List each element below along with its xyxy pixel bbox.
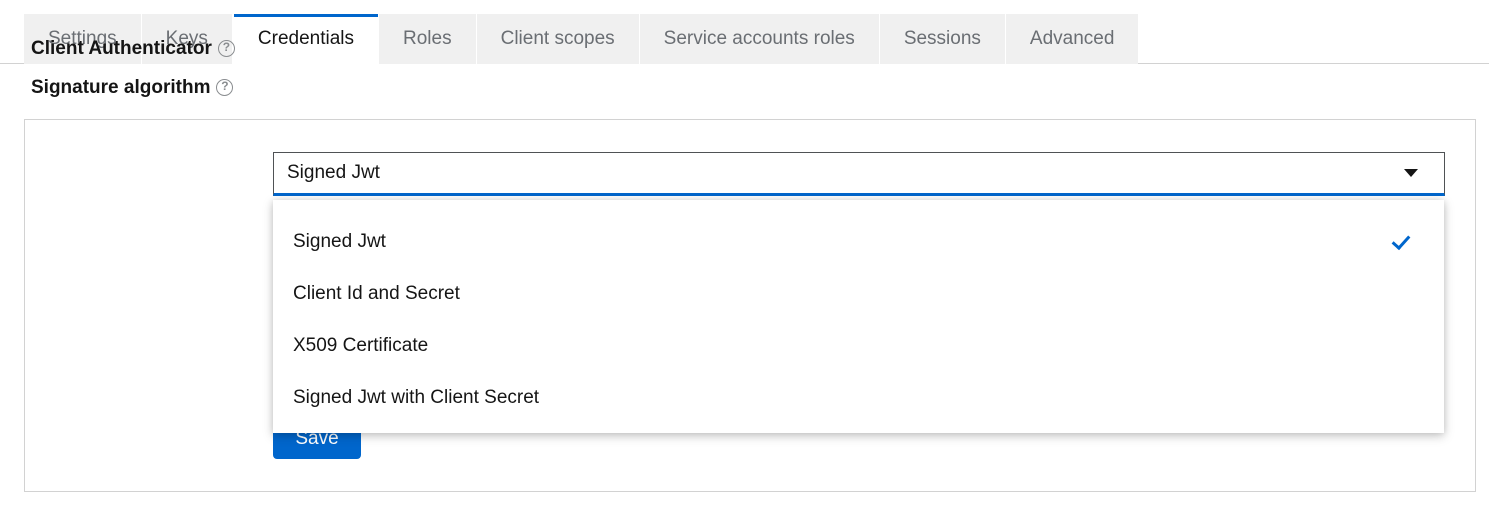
tab-roles[interactable]: Roles — [379, 14, 477, 64]
client-authenticator-label: Client Authenticator — [31, 33, 241, 64]
tab-label: Roles — [403, 28, 452, 49]
select-option-signed-jwt-with-client-secret[interactable]: Signed Jwt with Client Secret — [273, 372, 1444, 424]
tab-label: Service accounts roles — [663, 28, 855, 49]
select-selected-value: Signed Jwt — [287, 162, 380, 183]
tab-label: Sessions — [903, 28, 981, 49]
check-icon-placeholder — [1392, 387, 1414, 409]
tab-client-scopes[interactable]: Client scopes — [476, 14, 640, 64]
check-icon-placeholder — [1392, 335, 1414, 357]
select-option-client-id-and-secret[interactable]: Client Id and Secret — [273, 268, 1444, 320]
signature-algorithm-label-text: Signature algorithm — [31, 77, 211, 98]
client-authenticator-select-toggle[interactable]: Signed Jwt — [273, 152, 1445, 196]
question-circle-icon[interactable] — [216, 79, 234, 97]
signature-algorithm-label: Signature algorithm — [31, 72, 241, 103]
tab-label: Credentials — [257, 28, 355, 49]
select-option-x509-certificate[interactable]: X509 Certificate — [273, 320, 1444, 372]
tab-label: Client scopes — [500, 28, 615, 49]
question-circle-icon[interactable] — [217, 40, 235, 58]
tab-label: Advanced — [1029, 28, 1115, 49]
tab-sessions[interactable]: Sessions — [879, 14, 1006, 64]
caret-down-icon — [1404, 169, 1418, 177]
client-authenticator-select-menu: Signed Jwt Client Id and Secret X509 Cer… — [273, 200, 1444, 433]
select-option-label: Client Id and Secret — [293, 283, 460, 304]
form-labels-column: Client Authenticator Signature algorithm — [31, 33, 241, 103]
check-icon — [1392, 231, 1414, 253]
tab-advanced[interactable]: Advanced — [1005, 14, 1139, 64]
select-option-label: Signed Jwt — [293, 231, 386, 252]
tab-service-accounts-roles[interactable]: Service accounts roles — [639, 14, 880, 64]
tab-credentials[interactable]: Credentials — [232, 14, 380, 64]
client-authenticator-label-text: Client Authenticator — [31, 38, 212, 59]
check-icon-placeholder — [1392, 283, 1414, 305]
select-option-label: X509 Certificate — [293, 335, 429, 356]
select-option-signed-jwt[interactable]: Signed Jwt — [273, 216, 1444, 268]
select-option-label: Signed Jwt with Client Secret — [293, 387, 540, 408]
